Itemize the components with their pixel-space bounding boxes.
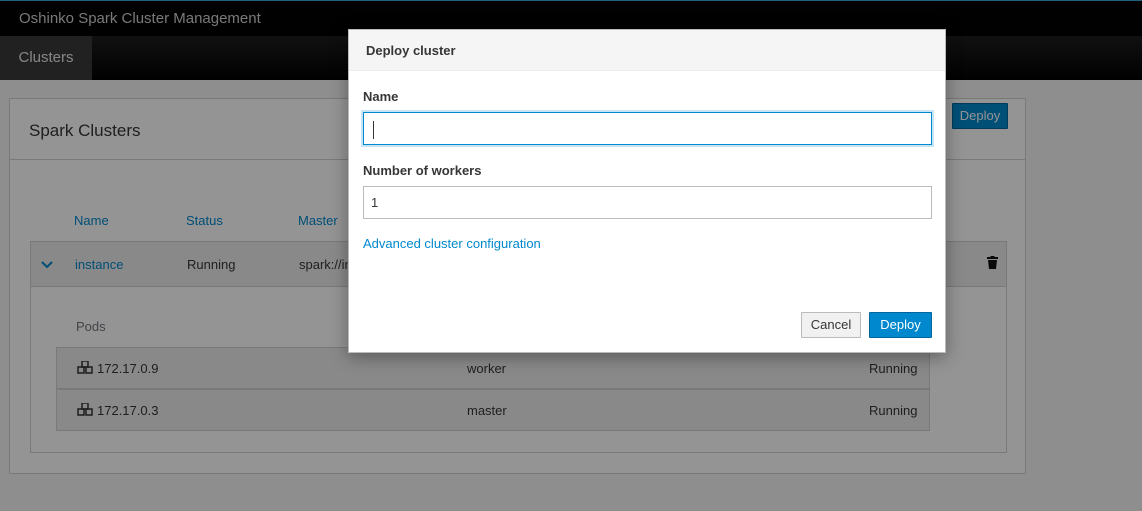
modal-header: Deploy cluster (349, 30, 945, 71)
workers-input[interactable]: 1 (363, 186, 932, 219)
workers-label: Number of workers (363, 163, 482, 178)
text-caret (373, 120, 374, 139)
cancel-button[interactable]: Cancel (801, 312, 861, 338)
name-input[interactable] (363, 112, 932, 145)
advanced-config-link[interactable]: Advanced cluster configuration (363, 236, 541, 251)
name-label: Name (363, 89, 399, 104)
deploy-submit-button[interactable]: Deploy (869, 312, 932, 338)
deploy-cluster-dialog: Deploy cluster Name Number of workers 1 … (348, 29, 946, 353)
modal-title: Deploy cluster (366, 43, 456, 58)
